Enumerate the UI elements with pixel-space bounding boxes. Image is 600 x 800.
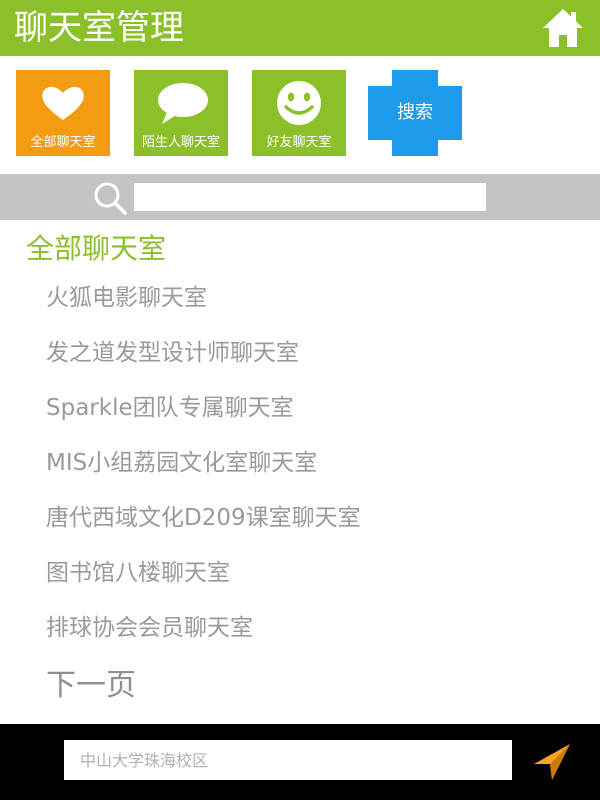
category-tiles: 全部聊天室 陌生人聊天室 好友聊天室 搜索 [0,56,600,174]
smiley-icon [277,81,321,125]
search-input[interactable] [134,183,486,211]
tile-friend-rooms-label: 好友聊天室 [266,135,332,150]
room-list-item[interactable]: 发之道发型设计师聊天室 [0,329,600,384]
tile-all-rooms-label: 全部聊天室 [30,135,96,150]
home-button[interactable] [540,6,586,50]
tile-all-rooms[interactable]: 全部聊天室 [16,70,110,156]
tile-stranger-rooms[interactable]: 陌生人聊天室 [134,70,228,156]
search-button-label: 搜索 [397,102,433,123]
search-button[interactable]: 搜索 [368,70,462,156]
room-list-item[interactable]: MIS小组荔园文化室聊天室 [0,439,600,494]
home-icon [543,9,583,47]
speech-bubble-icon [158,83,208,124]
location-input[interactable] [64,740,512,780]
section-title: 全部聊天室 [26,232,167,265]
room-list-item[interactable]: 排球协会会员聊天室 [0,604,600,659]
search-icon[interactable] [92,180,128,216]
next-page-link[interactable]: 下一页 [46,664,136,708]
page-title: 聊天室管理 [14,8,184,48]
room-list-item[interactable]: Sparkle团队专属聊天室 [0,384,600,439]
heart-icon [42,86,84,120]
room-list-item[interactable]: 唐代西域文化D209课室聊天室 [0,494,600,549]
room-list-item[interactable]: 图书馆八楼聊天室 [0,549,600,604]
tile-friend-rooms[interactable]: 好友聊天室 [252,70,346,156]
tile-stranger-rooms-label: 陌生人聊天室 [141,135,220,150]
room-list: 火狐电影聊天室 发之道发型设计师聊天室 Sparkle团队专属聊天室 MIS小组… [0,274,600,659]
navigation-arrow-icon[interactable] [530,740,574,784]
footer-bar [0,724,600,800]
app-header: 聊天室管理 [0,0,600,56]
room-list-item[interactable]: 火狐电影聊天室 [0,274,600,329]
